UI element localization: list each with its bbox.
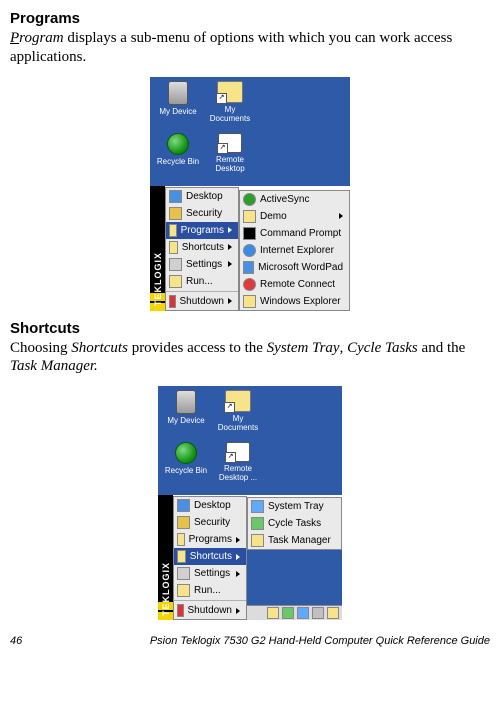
shortcuts-icon xyxy=(169,241,178,254)
chevron-right-icon xyxy=(228,244,232,250)
submenu-windows-explorer[interactable]: Windows Explorer xyxy=(240,293,349,310)
remote-desktop-icon[interactable]: ↗ xyxy=(226,442,250,462)
menu-item-programs[interactable]: Programs xyxy=(166,222,238,239)
submenu-wordpad[interactable]: Microsoft WordPad xyxy=(240,259,349,276)
menu-item-shortcuts[interactable]: Shortcuts xyxy=(166,239,238,256)
gear-icon xyxy=(177,567,190,580)
desktop-icon xyxy=(177,499,190,512)
lock-icon xyxy=(169,207,182,220)
menu-item-shortcuts[interactable]: Shortcuts xyxy=(174,548,246,565)
power-icon xyxy=(169,295,176,308)
chevron-right-icon xyxy=(236,537,240,543)
page-number: 46 xyxy=(10,635,22,647)
menu-item-settings[interactable]: Settings xyxy=(166,256,238,273)
para-shortcuts: Choosing Shortcuts provides access to th… xyxy=(10,339,490,377)
chevron-right-icon xyxy=(228,298,232,304)
remote-connect-icon xyxy=(243,278,256,291)
recycle-bin-label: Recycle Bin xyxy=(160,466,212,475)
brand-text: TEKLOGIX xyxy=(161,562,171,616)
chevron-right-icon xyxy=(228,261,232,267)
para-programs-rest: displays a sub-menu of options with whic… xyxy=(10,30,452,65)
screenshot-programs: My Device ↗ My Documents Recycle Bin ↗ R… xyxy=(150,77,350,311)
my-documents-icon[interactable]: ↗ xyxy=(225,390,251,412)
shortcuts-submenu: System Tray Cycle Tasks Task Manager xyxy=(247,497,342,550)
para-programs: Program displays a sub-menu of options w… xyxy=(10,29,490,67)
menu-item-run[interactable]: Run... xyxy=(174,582,246,599)
submenu-system-tray[interactable]: System Tray xyxy=(248,498,341,515)
heading-shortcuts: Shortcuts xyxy=(10,320,490,337)
my-documents-label: My Documents xyxy=(212,414,264,432)
cycle-icon xyxy=(251,517,264,530)
folder-icon xyxy=(243,210,256,223)
terminal-icon xyxy=(243,227,256,240)
menu-item-desktop[interactable]: Desktop xyxy=(166,188,238,205)
menu-item-desktop[interactable]: Desktop xyxy=(174,497,246,514)
chevron-right-icon xyxy=(236,608,240,614)
menu-item-settings[interactable]: Settings xyxy=(174,565,246,582)
chevron-right-icon xyxy=(228,227,232,233)
chevron-right-icon xyxy=(236,571,240,577)
start-menu: Desktop Security Programs Shortcuts Sett… xyxy=(173,496,247,620)
tray-icon-3[interactable] xyxy=(297,607,309,619)
recycle-bin-label: Recycle Bin xyxy=(152,157,204,166)
remote-desktop-label: Remote Desktop ... xyxy=(212,464,264,482)
remote-desktop-icon[interactable]: ↗ xyxy=(218,133,242,153)
brand-text: TEKLOGIX xyxy=(153,252,163,306)
power-icon xyxy=(177,604,184,617)
screenshot-shortcuts: My Device ↗ My Documents Recycle Bin ↗ R… xyxy=(158,386,342,620)
submenu-command-prompt[interactable]: Command Prompt xyxy=(240,225,349,242)
tray-icon xyxy=(251,500,264,513)
menu-item-shutdown[interactable]: Shutdown xyxy=(174,602,246,619)
my-device-label: My Device xyxy=(160,416,212,425)
menu-item-run[interactable]: Run... xyxy=(166,273,238,290)
footer-title: Psion Teklogix 7530 G2 Hand-Held Compute… xyxy=(150,635,490,647)
tray-icon-2[interactable] xyxy=(282,607,294,619)
programs-submenu: ActiveSync Demo Command Prompt Internet … xyxy=(239,190,350,311)
tray-icon-1[interactable] xyxy=(267,607,279,619)
explorer-icon xyxy=(243,295,256,308)
desktop-icon xyxy=(169,190,182,203)
start-menu: Desktop Security Programs Shortcuts Sett… xyxy=(165,187,239,311)
shortcuts-icon xyxy=(177,550,186,563)
submenu-internet-explorer[interactable]: Internet Explorer xyxy=(240,242,349,259)
my-device-icon[interactable] xyxy=(168,81,188,105)
my-documents-icon[interactable]: ↗ xyxy=(217,81,243,103)
recycle-bin-icon[interactable] xyxy=(167,133,189,155)
heading-programs: Programs xyxy=(10,10,490,27)
brand-bar: TEKLOGIX xyxy=(158,495,173,620)
page-footer: 46 Psion Teklogix 7530 G2 Hand-Held Comp… xyxy=(10,635,490,647)
menu-item-security[interactable]: Security xyxy=(166,205,238,222)
run-icon xyxy=(177,584,190,597)
tray-icon-5[interactable] xyxy=(327,607,339,619)
submenu-activesync[interactable]: ActiveSync xyxy=(240,191,349,208)
programs-icon xyxy=(177,533,185,546)
menu-item-programs[interactable]: Programs xyxy=(174,531,246,548)
my-documents-label: My Documents xyxy=(204,105,256,123)
submenu-task-manager[interactable]: Task Manager xyxy=(248,532,341,549)
remote-desktop-label: Remote Desktop xyxy=(204,155,256,173)
ie-icon xyxy=(243,244,256,257)
programs-icon xyxy=(169,224,177,237)
run-icon xyxy=(169,275,182,288)
wordpad-icon xyxy=(243,261,254,274)
submenu-cycle-tasks[interactable]: Cycle Tasks xyxy=(248,515,341,532)
task-manager-icon xyxy=(251,534,264,547)
gear-icon xyxy=(169,258,182,271)
menu-item-security[interactable]: Security xyxy=(174,514,246,531)
chevron-right-icon xyxy=(236,554,240,560)
my-device-icon[interactable] xyxy=(176,390,196,414)
recycle-bin-icon[interactable] xyxy=(175,442,197,464)
tray-icon-4[interactable] xyxy=(312,607,324,619)
lock-icon xyxy=(177,516,190,529)
submenu-demo[interactable]: Demo xyxy=(240,208,349,225)
my-device-label: My Device xyxy=(152,107,204,116)
brand-bar: TEKLOGIX xyxy=(150,186,165,311)
sync-icon xyxy=(243,193,256,206)
chevron-right-icon xyxy=(339,213,343,219)
submenu-remote-connect[interactable]: Remote Connect xyxy=(240,276,349,293)
para-programs-italic: Program xyxy=(10,30,64,46)
taskbar xyxy=(247,605,342,620)
menu-item-shutdown[interactable]: Shutdown xyxy=(166,293,238,310)
